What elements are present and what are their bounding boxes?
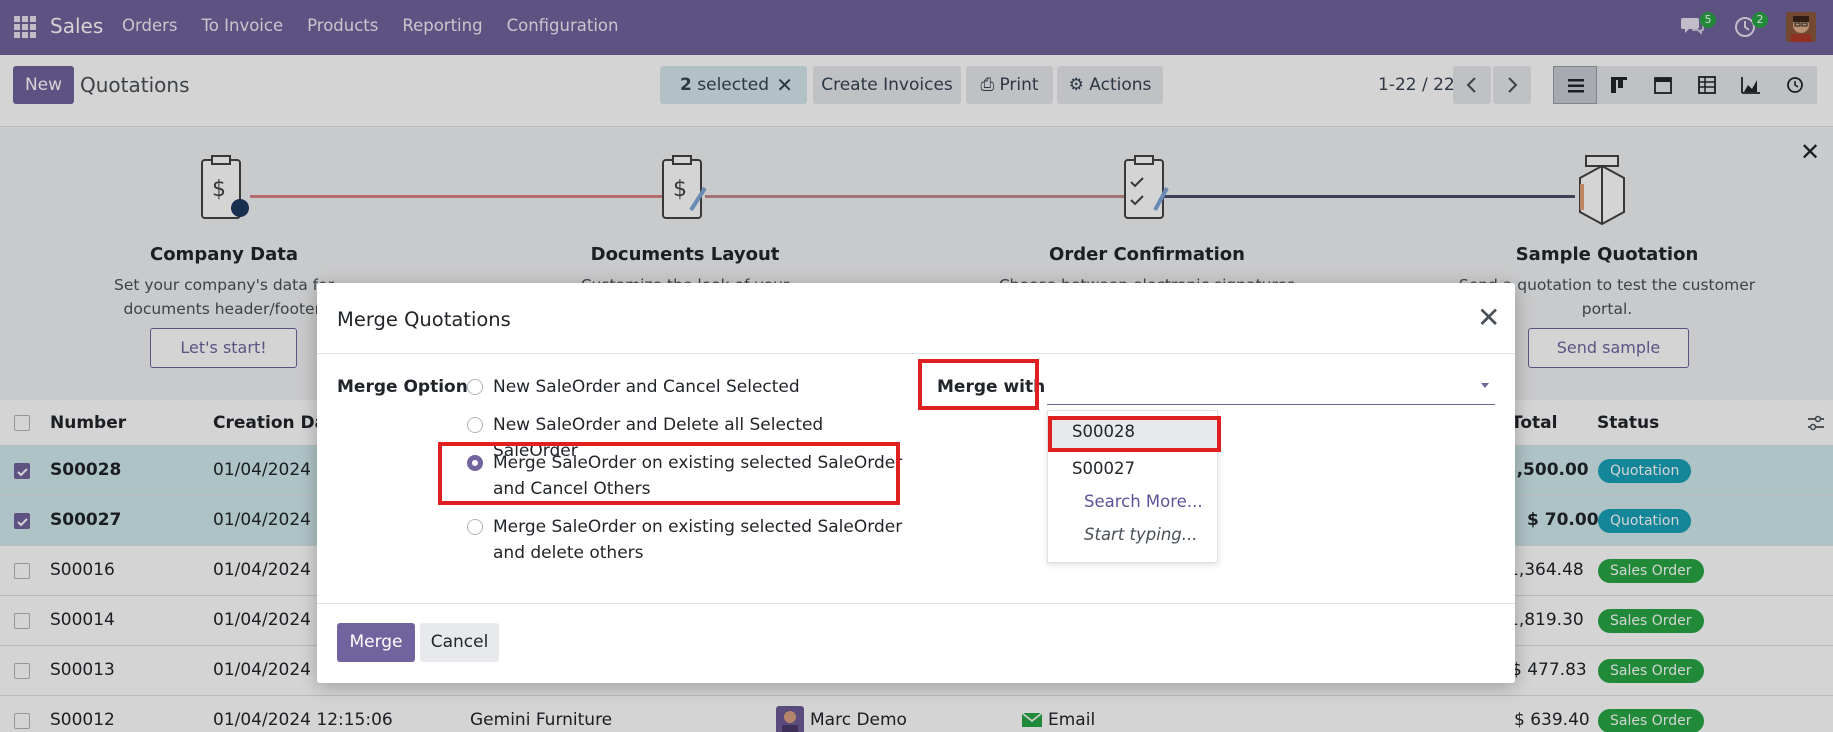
merge-option-label: Merge Option	[337, 377, 468, 397]
radio-button[interactable]	[467, 379, 483, 395]
cancel-button[interactable]: Cancel	[420, 623, 499, 662]
start-typing-hint: Start typing...	[1084, 525, 1198, 544]
search-more-link[interactable]: Search More...	[1084, 492, 1203, 511]
dialog-title: Merge Quotations	[337, 308, 511, 331]
radio-button[interactable]	[467, 417, 483, 433]
merge-button[interactable]: Merge	[337, 623, 415, 662]
radio-button[interactable]	[467, 519, 483, 535]
divider	[317, 603, 1515, 604]
divider	[317, 353, 1515, 354]
merge-quotations-dialog: Merge Quotations ✕ Merge Option New Sale…	[317, 283, 1515, 683]
highlight-box	[438, 442, 900, 505]
option-label: New SaleOrder and Cancel Selected	[493, 377, 800, 397]
option-label: Merge SaleOrder on existing selected Sal…	[493, 517, 903, 563]
highlight-box	[918, 359, 1039, 410]
dropdown-item-s00027[interactable]: S00027	[1072, 459, 1135, 478]
caret-down-icon[interactable]	[1481, 383, 1489, 388]
close-icon[interactable]: ✕	[1477, 301, 1500, 334]
highlight-box	[1048, 416, 1221, 452]
merge-with-input[interactable]	[1047, 369, 1495, 405]
